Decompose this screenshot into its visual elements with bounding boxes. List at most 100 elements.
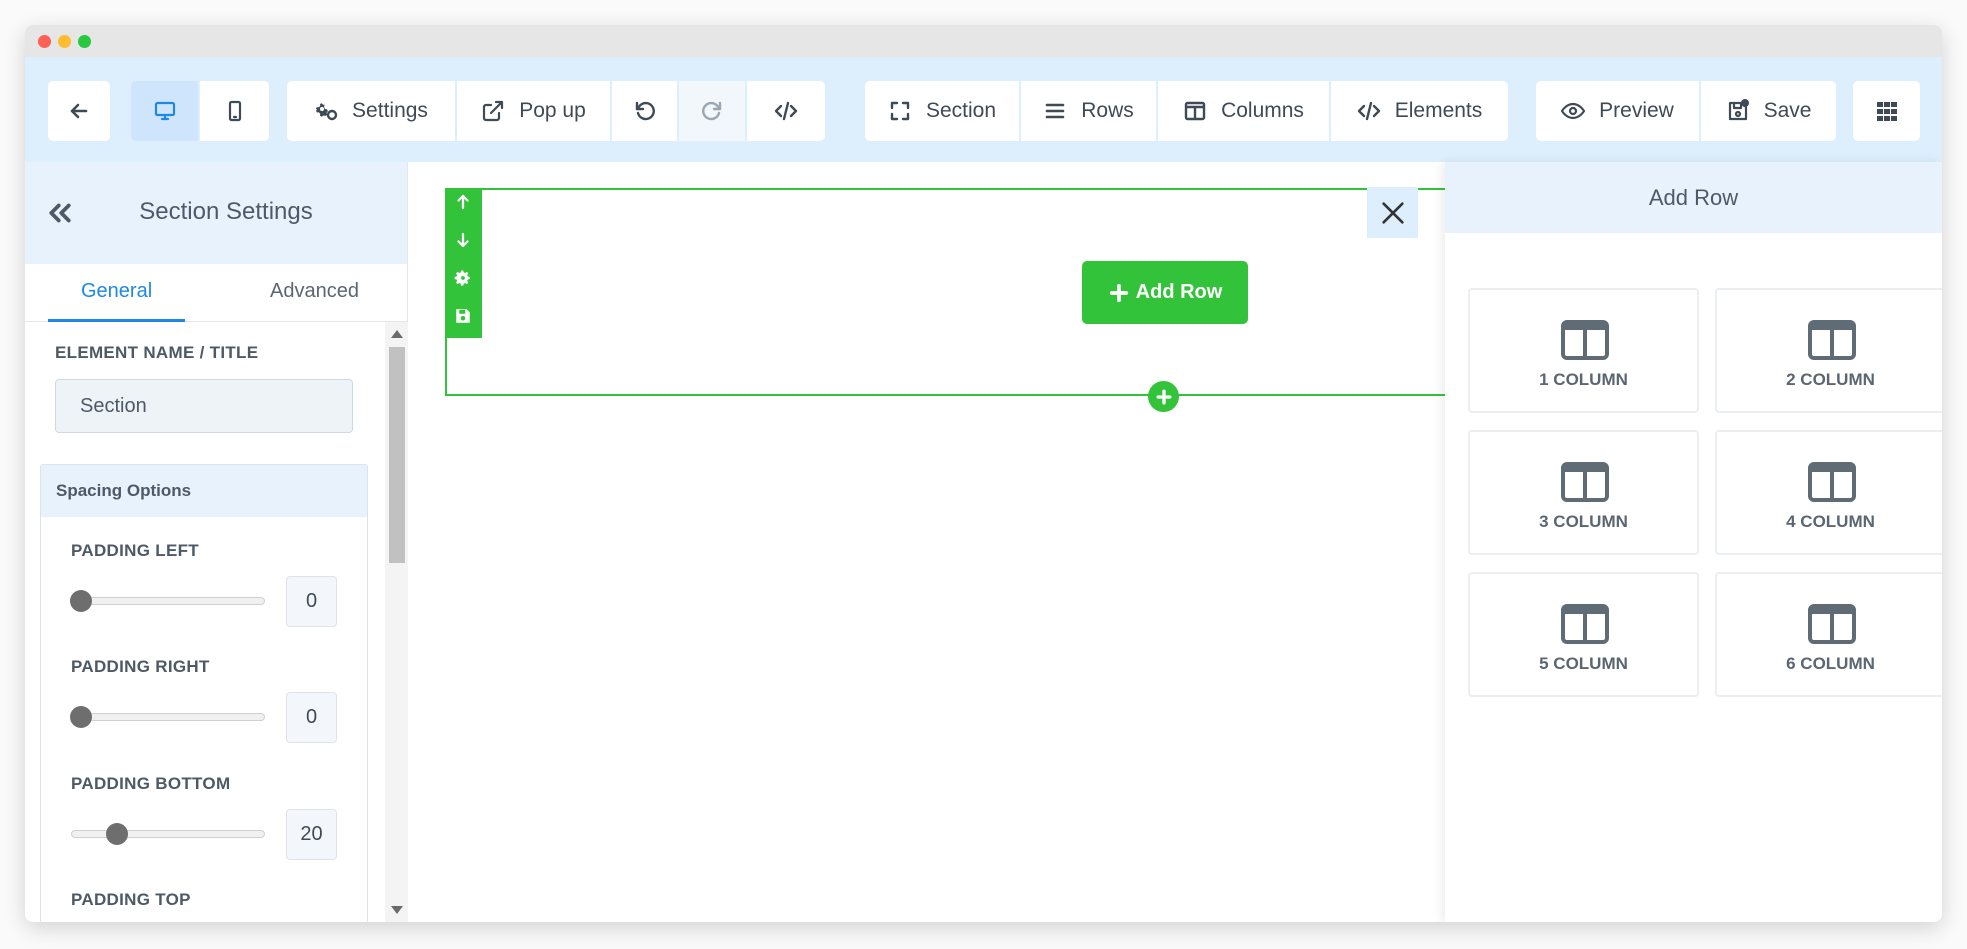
sidebar-title: Section Settings: [139, 198, 313, 225]
column-option-1[interactable]: 1 COLUMN: [1468, 288, 1699, 413]
gear-icon[interactable]: [454, 269, 472, 287]
save-button[interactable]: Save: [1701, 81, 1836, 141]
tab-advanced[interactable]: Advanced: [270, 280, 359, 303]
rows-button[interactable]: Rows: [1021, 81, 1158, 141]
scroll-down-arrow[interactable]: [391, 906, 403, 914]
columns-label: Columns: [1221, 99, 1304, 122]
back-group: [48, 81, 110, 141]
settings-button[interactable]: Settings: [287, 81, 457, 141]
minimize-window-button[interactable]: [58, 35, 71, 48]
back-button[interactable]: [48, 81, 110, 141]
preview-label: Preview: [1599, 99, 1674, 122]
save-icon: [1728, 99, 1749, 121]
arrow-up-icon[interactable]: [454, 193, 472, 211]
code-icon: [1357, 101, 1380, 121]
redo-button[interactable]: [679, 81, 747, 141]
padding-left-value[interactable]: 0: [286, 576, 337, 627]
rows-label: Rows: [1081, 99, 1134, 122]
elements-button[interactable]: Elements: [1331, 81, 1508, 141]
gears-icon: [316, 103, 338, 121]
columns-icon: [1561, 604, 1609, 644]
arrow-left-icon: [70, 103, 88, 119]
plus-icon: [1156, 389, 1171, 404]
padding-right-slider[interactable]: [70, 706, 265, 728]
column-option-label: 4 COLUMN: [1786, 512, 1875, 531]
apps-group: [1853, 81, 1920, 141]
section-button[interactable]: Section: [865, 81, 1021, 141]
column-option-6[interactable]: 6 COLUMN: [1715, 572, 1942, 697]
column-option-label: 2 COLUMN: [1786, 370, 1875, 389]
desktop-icon: [154, 101, 175, 121]
redo-icon: [702, 101, 722, 121]
publish-group: Preview Save: [1536, 81, 1836, 141]
scrollbar-thumb[interactable]: [389, 347, 405, 563]
padding-left-slider[interactable]: [70, 590, 265, 612]
columns-icon: [1808, 462, 1856, 502]
maximize-window-button[interactable]: [78, 35, 91, 48]
mobile-view-button[interactable]: [200, 81, 269, 141]
padding-left-label: PADDING LEFT: [71, 541, 199, 560]
grid-icon: [1876, 102, 1897, 121]
preview-button[interactable]: Preview: [1536, 81, 1701, 141]
arrow-down-icon[interactable]: [454, 231, 472, 249]
device-group: [131, 81, 269, 141]
scroll-up-arrow[interactable]: [391, 330, 403, 338]
columns-icon: [1808, 320, 1856, 360]
editor-canvas: Add Row: [409, 162, 1445, 922]
settings-label: Settings: [352, 99, 428, 122]
padding-bottom-slider[interactable]: [71, 823, 265, 845]
selected-section[interactable]: [445, 188, 1445, 396]
undo-icon: [635, 101, 655, 121]
desktop-view-button[interactable]: [131, 81, 200, 141]
popup-button[interactable]: Pop up: [457, 81, 612, 141]
column-option-2[interactable]: 2 COLUMN: [1715, 288, 1942, 413]
element-name-input[interactable]: Section: [55, 379, 353, 433]
undo-button[interactable]: [612, 81, 679, 141]
add-section-button[interactable]: [1148, 381, 1179, 412]
add-row-button[interactable]: Add Row: [1082, 261, 1248, 324]
column-option-3[interactable]: 3 COLUMN: [1468, 430, 1699, 555]
column-option-label: 3 COLUMN: [1539, 512, 1628, 531]
columns-icon: [1561, 320, 1609, 360]
title-bar: [25, 25, 1942, 57]
code-icon: [774, 101, 798, 121]
elements-label: Elements: [1394, 99, 1483, 122]
columns-icon: [1561, 462, 1609, 502]
column-option-label: 6 COLUMN: [1786, 654, 1875, 673]
padding-right-value[interactable]: 0: [286, 692, 337, 743]
sidebar-tabs: General Advanced: [25, 264, 407, 322]
close-window-button[interactable]: [38, 35, 51, 48]
columns-icon: [1184, 101, 1206, 121]
expand-icon: [890, 101, 910, 121]
section-label: Section: [925, 99, 997, 122]
sidebar-header: Section Settings: [25, 162, 407, 264]
tab-general[interactable]: General: [81, 280, 152, 303]
code-button[interactable]: [747, 81, 825, 141]
add-row-panel-title: Add Row: [1445, 162, 1942, 233]
eye-icon: [1561, 102, 1586, 120]
sidebar-scrollbar[interactable]: [385, 322, 408, 922]
padding-right-label: PADDING RIGHT: [71, 657, 210, 676]
structure-group: Section Rows Columns Elements: [865, 81, 1508, 141]
sidebar-body: ELEMENT NAME / TITLE Section Spacing Opt…: [25, 322, 408, 922]
padding-bottom-slider-handle[interactable]: [106, 823, 128, 845]
plus-icon: [1109, 283, 1128, 302]
padding-bottom-label: PADDING BOTTOM: [71, 774, 231, 793]
columns-button[interactable]: Columns: [1158, 81, 1331, 141]
padding-bottom-value[interactable]: 20: [286, 809, 337, 860]
apps-button[interactable]: [1853, 81, 1920, 141]
padding-right-slider-handle[interactable]: [70, 706, 92, 728]
column-option-4[interactable]: 4 COLUMN: [1715, 430, 1942, 555]
add-row-label: Add Row: [1135, 281, 1223, 303]
mobile-icon: [228, 100, 241, 122]
close-panel-button[interactable]: [1367, 187, 1418, 238]
popup-label: Pop up: [519, 99, 586, 122]
save-icon[interactable]: [454, 307, 472, 325]
spacing-options-title: Spacing Options: [41, 465, 367, 517]
column-option-label: 5 COLUMN: [1539, 654, 1628, 673]
padding-left-slider-handle[interactable]: [70, 590, 92, 612]
external-link-icon: [483, 100, 504, 122]
column-option-5[interactable]: 5 COLUMN: [1468, 572, 1699, 697]
section-settings-sidebar: Section Settings General Advanced ELEMEN…: [25, 162, 408, 922]
bars-icon: [1045, 103, 1065, 119]
